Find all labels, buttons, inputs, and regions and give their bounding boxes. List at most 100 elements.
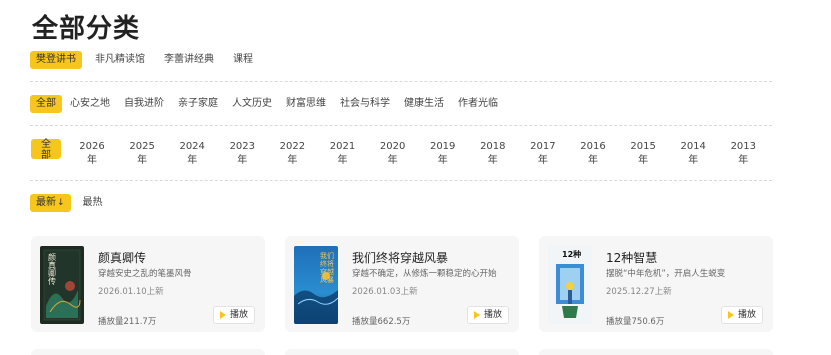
source-tab-feifan[interactable]: 非凡精读馆 [89,51,151,69]
book-cover: 颜真卿传 [40,246,84,324]
play-button[interactable]: 播放 [213,306,255,324]
divider [30,125,772,126]
year-chip-2024[interactable]: 2024 年 [172,140,212,168]
divider [30,180,772,181]
play-button[interactable]: 播放 [721,306,763,324]
category-filter-row: 全部 心安之地 自我进阶 亲子家庭 人文历史 财富思维 社会与科学 健康生活 作… [30,95,506,113]
year-number: 2022 [279,141,306,152]
book-card[interactable]: 我们终将穿越风暴 我们终将穿越风暴 穿越不确定，从修炼一颗稳定的心开始 2026… [285,236,519,332]
year-all-line2: 部 [41,150,51,161]
source-tab-course[interactable]: 课程 [227,51,259,69]
year-number: 2016 [580,141,606,152]
year-number: 2021 [329,141,356,152]
sort-latest-button[interactable]: 最新 ↓ [30,194,71,212]
play-label: 播放 [737,310,756,320]
book-cover: 我们终将穿越风暴 [294,246,338,324]
year-number: 2019 [429,141,456,152]
year-unit: 年 [87,155,97,166]
year-chip-2015[interactable]: 2015 年 [623,140,663,168]
card-plays: 播放量662.5万 [352,317,411,327]
cover-title: 颜真卿传 [48,253,56,286]
year-filter-row: 全 部 2026 年 2025 年 2024 年 2023 年 2022 年 2021 年 2020 年 2… [31,138,773,168]
source-tab-fandeng[interactable]: 樊登讲书 [30,51,82,69]
category-chip[interactable]: 社会与科学 [334,95,396,113]
year-number: 2017 [530,141,556,152]
book-card[interactable]: 12种 12种智慧 摆脱“中年危机”，开启人生蜕变 2025.12.27上新 播… [539,236,773,332]
book-card[interactable] [285,349,519,355]
cover-title: 我们终将穿越风暴 [320,252,334,284]
year-number: 2025 [129,141,155,152]
year-chip-2014[interactable]: 2014 年 [673,140,713,168]
page-title: 全部分类 [32,14,141,44]
year-chip-2025[interactable]: 2025 年 [122,140,162,168]
category-chip[interactable]: 健康生活 [398,95,450,113]
year-chip-2013[interactable]: 2013 年 [723,140,763,168]
card-plays: 播放量211.7万 [98,317,157,327]
year-unit: 年 [738,155,749,166]
year-chip-2017[interactable]: 2017 年 [523,140,563,168]
year-chip-2022[interactable]: 2022 年 [272,140,312,168]
year-unit: 年 [187,155,198,166]
year-unit: 年 [137,155,148,166]
card-title: 我们终将穿越风暴 [352,251,449,265]
year-chip-2019[interactable]: 2019 年 [423,140,463,168]
sort-latest-label: 最新 [36,197,56,208]
play-icon [727,311,734,319]
year-unit: 年 [437,155,448,166]
year-chip-2023[interactable]: 2023 年 [222,140,262,168]
year-unit: 年 [537,155,548,166]
cover-title: 12种 [562,250,582,259]
card-desc: 穿越不确定，从修炼一颗稳定的心开始 [352,269,497,279]
year-unit: 年 [387,155,398,166]
sort-hottest-button[interactable]: 最热 [77,194,109,212]
book-cover: 12种 [548,246,592,324]
source-tab-lilei[interactable]: 李蕾讲经典 [158,51,220,69]
book-card[interactable]: 颜真卿传 颜真卿传 穿越安史之乱的笔墨风骨 2026.01.10上新 播放量21… [31,236,265,332]
category-chip[interactable]: 人文历史 [226,95,278,113]
card-plays: 播放量750.6万 [606,317,665,327]
play-button[interactable]: 播放 [467,306,509,324]
sort-row: 最新 ↓ 最热 [30,194,115,212]
year-unit: 年 [337,155,348,166]
year-unit: 年 [487,155,498,166]
card-date: 2026.01.10上新 [98,287,164,297]
card-title: 颜真卿传 [98,251,147,265]
year-unit: 年 [588,155,598,166]
year-chip-2021[interactable]: 2021 年 [323,140,363,168]
divider [30,81,772,82]
year-number: 2015 [630,141,656,152]
year-chip-2018[interactable]: 2018 年 [473,140,513,168]
year-number: 2024 [179,141,205,152]
year-number: 2013 [730,141,757,152]
year-chip-2020[interactable]: 2020 年 [373,140,413,168]
book-card[interactable] [539,349,773,355]
year-unit: 年 [688,155,699,166]
year-number: 2023 [229,141,256,152]
year-all-line1: 全 [41,139,51,150]
year-chip-2026[interactable]: 2026 年 [72,140,112,168]
card-desc: 摆脱“中年危机”，开启人生蜕变 [606,269,726,279]
card-date: 2026.01.03上新 [352,287,418,297]
year-number: 2018 [480,141,506,152]
category-chip[interactable]: 作者光临 [452,95,504,113]
category-chip[interactable]: 心安之地 [64,95,116,113]
card-title: 12种智慧 [606,251,658,265]
arrow-down-icon: ↓ [57,198,65,208]
year-number: 2026 [79,141,105,152]
book-card[interactable] [31,349,265,355]
year-number: 2014 [680,141,706,152]
category-chip[interactable]: 自我进阶 [118,95,170,113]
year-unit: 年 [638,155,649,166]
play-label: 播放 [229,310,248,320]
year-number: 2020 [379,141,406,152]
play-label: 播放 [483,310,502,320]
play-icon [473,311,480,319]
year-chip-all[interactable]: 全 部 [31,139,61,161]
category-chip[interactable]: 财富思维 [280,95,332,113]
category-chip-all[interactable]: 全部 [30,95,62,113]
card-date: 2025.12.27上新 [606,287,672,297]
year-chip-2016[interactable]: 2016 年 [573,140,613,168]
year-unit: 年 [287,155,298,166]
year-unit: 年 [237,155,248,166]
category-chip[interactable]: 亲子家庭 [172,95,224,113]
